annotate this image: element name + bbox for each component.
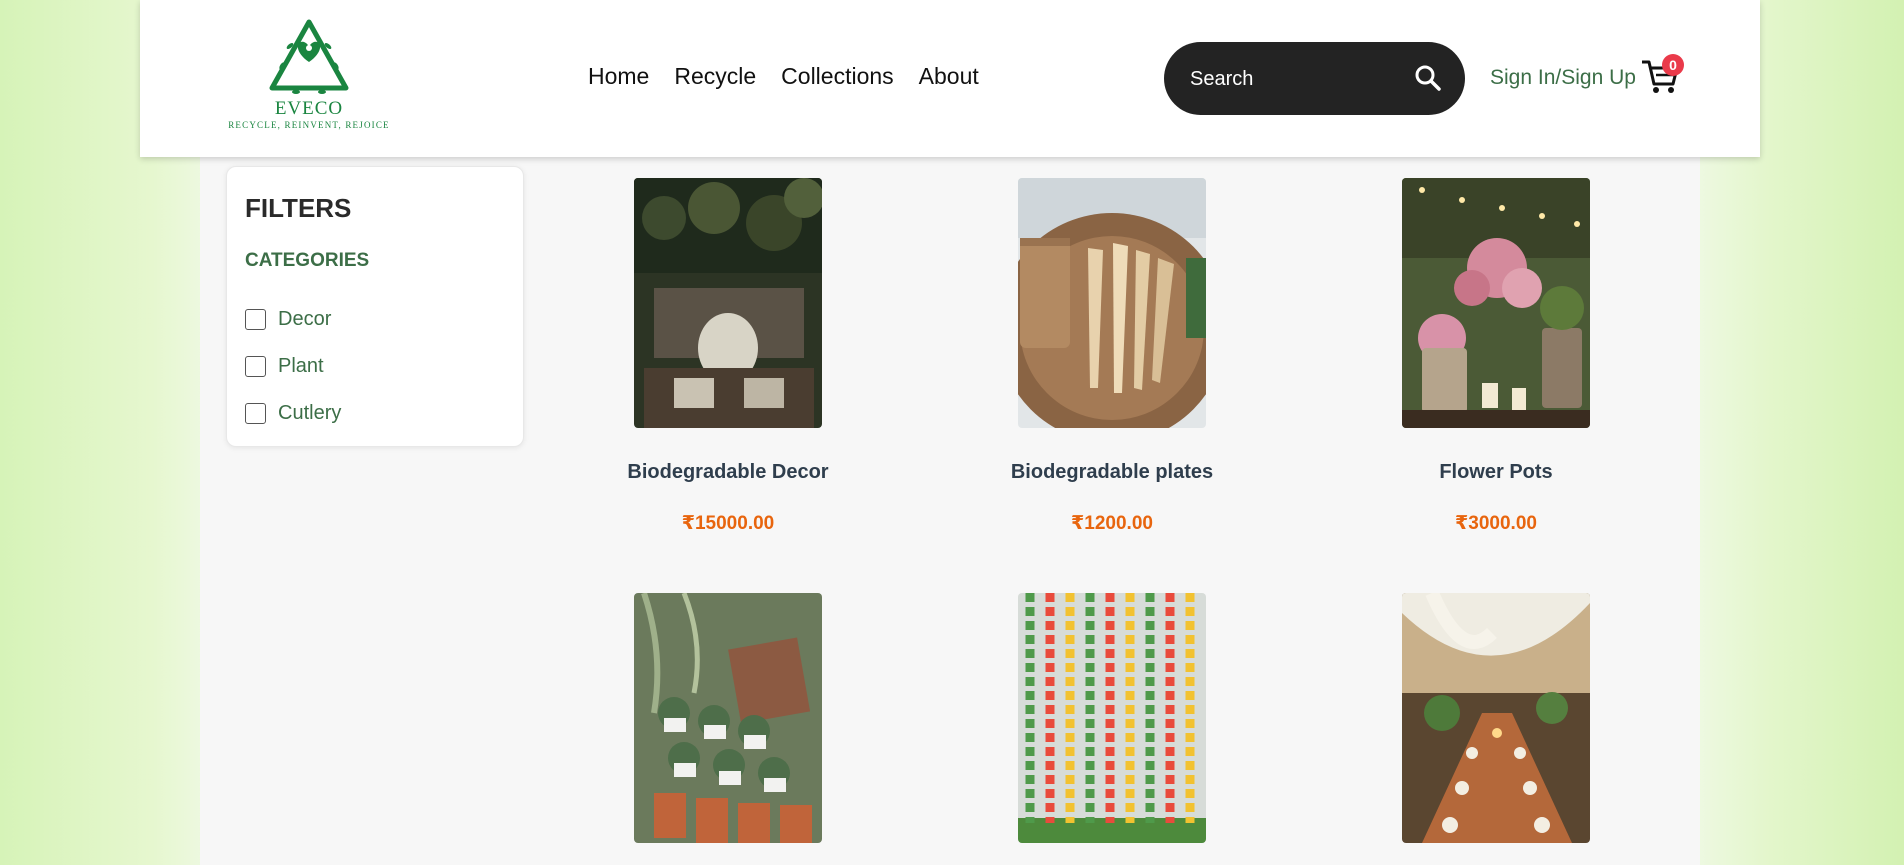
cart-count-badge: 0: [1662, 54, 1684, 76]
product-image[interactable]: [634, 593, 822, 843]
product-card[interactable]: [952, 593, 1272, 865]
product-price: ₹3000.00: [1455, 513, 1537, 534]
product-image[interactable]: [634, 178, 822, 428]
sign-in-link[interactable]: Sign In/Sign Up: [1490, 66, 1636, 90]
site-header: EVECO RECYCLE, REINVENT, REJOICE Home Re…: [140, 0, 1760, 157]
nav-about[interactable]: About: [919, 63, 979, 90]
filter-plant-label: Plant: [278, 355, 324, 377]
search-icon[interactable]: [1414, 64, 1442, 92]
main-nav: Home Recycle Collections About: [588, 63, 979, 90]
product-image[interactable]: [1402, 593, 1590, 843]
nav-recycle[interactable]: Recycle: [674, 63, 756, 90]
brand-logo[interactable]: EVECO RECYCLE, REINVENT, REJOICE: [224, 18, 394, 136]
product-image[interactable]: [1018, 593, 1206, 843]
product-image[interactable]: [1018, 178, 1206, 428]
product-name[interactable]: Biodegradable plates: [952, 461, 1272, 484]
nav-home[interactable]: Home: [588, 63, 649, 90]
filter-decor-label: Decor: [278, 308, 332, 330]
product-card[interactable]: Flower Pots ₹3000.00: [1336, 178, 1656, 535]
filters-panel: FILTERS CATEGORIES Decor Plant Cutlery: [226, 166, 524, 447]
categories-title: CATEGORIES: [245, 250, 370, 271]
product-card[interactable]: Biodegradable plates ₹1200.00: [952, 178, 1272, 535]
brand-tagline: RECYCLE, REINVENT, REJOICE: [228, 120, 390, 130]
filter-plant-checkbox[interactable]: [245, 356, 266, 377]
nav-collections[interactable]: Collections: [781, 63, 894, 90]
brand-name: EVECO: [274, 98, 344, 119]
product-card[interactable]: [568, 593, 888, 865]
heart-recycle-triangle-icon: [269, 19, 349, 94]
filters-title: FILTERS: [245, 193, 352, 223]
product-image[interactable]: [1402, 178, 1590, 428]
product-price: ₹1200.00: [1071, 513, 1153, 534]
product-name[interactable]: Biodegradable Decor: [568, 461, 888, 484]
filter-cutlery-label: Cutlery: [278, 402, 342, 424]
filter-decor[interactable]: Decor: [245, 308, 331, 331]
filter-cutlery[interactable]: Cutlery: [245, 402, 341, 425]
filter-decor-checkbox[interactable]: [245, 309, 266, 330]
product-card[interactable]: [1336, 593, 1656, 865]
filter-plant[interactable]: Plant: [245, 355, 324, 378]
product-card[interactable]: Biodegradable Decor ₹15000.00: [568, 178, 888, 535]
product-name[interactable]: Flower Pots: [1336, 461, 1656, 484]
product-price: ₹15000.00: [681, 513, 775, 534]
filter-cutlery-checkbox[interactable]: [245, 403, 266, 424]
search-input[interactable]: [1190, 64, 1410, 94]
search-bar: [1164, 42, 1465, 115]
